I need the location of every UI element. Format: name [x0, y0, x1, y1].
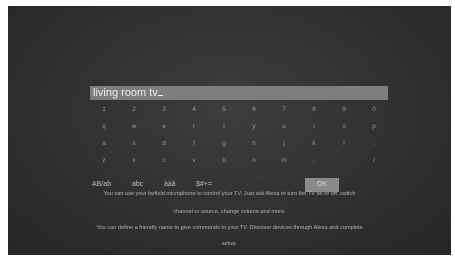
key-1-2[interactable]: e — [152, 120, 176, 134]
help-line-2: channel or source, change volume and mor… — [173, 209, 286, 215]
key-2-4[interactable]: g — [212, 137, 236, 151]
key-0-2[interactable]: 3 — [152, 103, 176, 117]
key-0-1[interactable]: 2 — [122, 103, 146, 117]
key-0-8[interactable]: 9 — [332, 103, 356, 117]
key-0-7[interactable]: 8 — [302, 103, 326, 117]
key-3-7[interactable]: , — [302, 154, 326, 168]
key-3-0[interactable]: z — [92, 154, 116, 168]
key-1-3[interactable]: r — [182, 120, 206, 134]
key-1-9[interactable]: p — [362, 120, 386, 134]
key-2-7[interactable]: k — [302, 137, 326, 151]
key-1-0[interactable]: q — [92, 120, 116, 134]
key-caret[interactable]: ˆ — [262, 174, 264, 188]
key-2-2[interactable]: d — [152, 137, 176, 151]
help-line-3: You can define a friendly name to give c… — [96, 225, 363, 231]
key-2-9[interactable]: ; — [362, 137, 386, 151]
key-3-5[interactable]: n — [242, 154, 266, 168]
key-0-5[interactable]: 6 — [242, 103, 266, 117]
key-1-4[interactable]: t — [212, 120, 236, 134]
key-1-1[interactable]: w — [122, 120, 146, 134]
key-2-6[interactable]: j — [272, 137, 296, 151]
tv-screen: living room tv 1234567890 qwertyuiop asdfg… — [8, 6, 451, 255]
key-3-1[interactable]: x — [122, 154, 146, 168]
key-1-7[interactable]: i — [302, 120, 326, 134]
key-2-8[interactable]: l — [332, 137, 356, 151]
text-cursor — [157, 95, 163, 96]
key-3-6[interactable]: m — [272, 154, 296, 168]
key-0-4[interactable]: 5 — [212, 103, 236, 117]
key-2-3[interactable]: f — [182, 137, 206, 151]
key-3-3[interactable]: v — [182, 154, 206, 168]
key-caret-alt[interactable]: ˆ — [276, 174, 278, 188]
key-3-9[interactable]: / — [362, 154, 386, 168]
key-1-8[interactable]: o — [332, 120, 356, 134]
help-line-4: setup. — [221, 241, 238, 247]
key-1-6[interactable]: u — [272, 120, 296, 134]
key-1-5[interactable]: y — [242, 120, 266, 134]
name-input-text: living room tv — [93, 86, 163, 100]
key-2-5[interactable]: h — [242, 137, 266, 151]
key-3-8[interactable]: . — [332, 154, 356, 168]
key-0-6[interactable]: 7 — [272, 103, 296, 117]
key-3-2[interactable]: c — [152, 154, 176, 168]
key-2-1[interactable]: s — [122, 137, 146, 151]
name-input[interactable]: living room tv — [90, 86, 388, 100]
key-3-4[interactable]: b — [212, 154, 236, 168]
key-0-9[interactable]: 0 — [362, 103, 386, 117]
key-0-3[interactable]: 4 — [182, 103, 206, 117]
key-2-0[interactable]: a — [92, 137, 116, 151]
key-0-0[interactable]: 1 — [92, 103, 116, 117]
help-line-1: You can use your farfield microphone to … — [103, 191, 356, 197]
